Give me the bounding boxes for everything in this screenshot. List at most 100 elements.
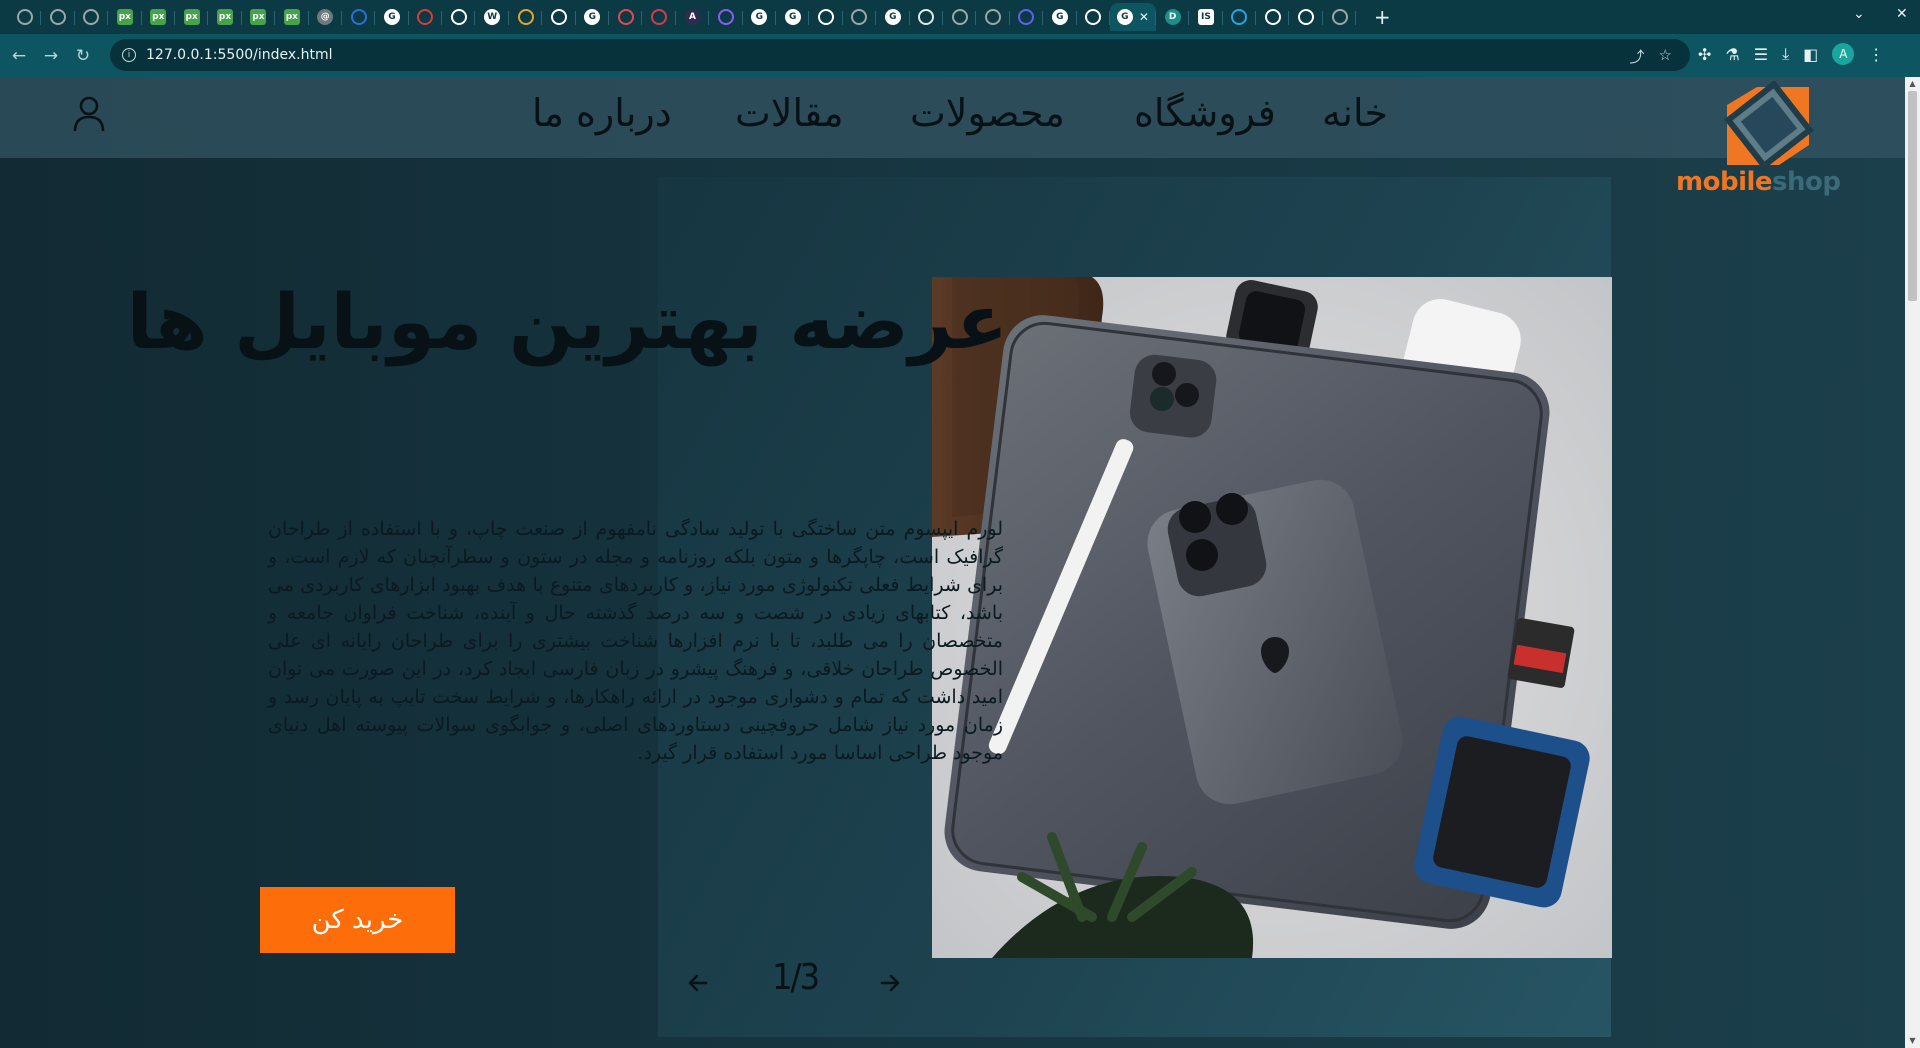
google-icon: G <box>884 9 901 25</box>
profile-avatar[interactable]: A <box>1832 43 1855 65</box>
chrome-icon <box>550 9 567 25</box>
browser-tab[interactable] <box>642 3 677 31</box>
page-scrollbar[interactable]: ▲ ▼ <box>1905 77 1920 1048</box>
wikipedia-icon: W <box>484 9 501 25</box>
share-icon[interactable]: ⤴ <box>1630 46 1645 67</box>
px-icon: px <box>217 9 234 25</box>
address-url[interactable]: 127.0.0.1:5500/index.html <box>146 47 333 63</box>
chrome-icon <box>1085 9 1102 25</box>
browser-tab[interactable]: G <box>743 3 777 31</box>
browser-tab[interactable] <box>41 3 76 31</box>
tab-search-icon[interactable]: ⌄ <box>1853 6 1865 22</box>
browser-tab[interactable]: @ <box>309 3 343 31</box>
browser-tab[interactable] <box>1010 3 1044 31</box>
chrome-icon <box>450 9 467 25</box>
browser-tab[interactable] <box>809 3 844 31</box>
browser-tab[interactable]: px <box>175 3 209 31</box>
browser-tab[interactable]: px <box>208 3 243 31</box>
chrome-icon <box>83 9 100 25</box>
browser-tab[interactable]: G <box>375 3 410 31</box>
tab-close-icon[interactable]: ✕ <box>1139 10 1149 24</box>
chrome-icon <box>1298 9 1315 25</box>
browser-tab[interactable]: px <box>242 3 276 31</box>
download-icon[interactable]: ⤓ <box>1782 44 1789 64</box>
browser-tab[interactable]: G ✕ <box>1109 3 1156 31</box>
browser-tab[interactable] <box>542 3 577 31</box>
browser-tab[interactable] <box>1223 3 1257 31</box>
d-icon: D <box>1164 9 1181 25</box>
user-account-icon[interactable] <box>72 95 106 135</box>
hero-product-image <box>932 277 1612 958</box>
browser-tab[interactable] <box>442 3 476 31</box>
browser-tab[interactable]: W <box>475 3 510 31</box>
nav-home[interactable]: خانه <box>1322 91 1388 135</box>
browser-tab[interactable] <box>1077 3 1111 31</box>
scroll-down-arrow-icon[interactable]: ▼ <box>1908 1036 1917 1046</box>
hero-description: لورم ایپسوم متن ساختگی با تولید سادگی نا… <box>268 518 1003 764</box>
browser-tab[interactable]: G <box>876 3 910 31</box>
px-icon: px <box>183 9 200 25</box>
browser-tab[interactable] <box>342 3 376 31</box>
hero-title: عرضه بهترین موبایل ها <box>126 277 1008 366</box>
browser-tab[interactable] <box>509 3 543 31</box>
chrome-icon <box>851 9 868 25</box>
bolt-icon <box>517 9 534 25</box>
site-info-icon[interactable]: i <box>122 48 136 62</box>
browser-tab[interactable] <box>1289 3 1324 31</box>
devices-flatlay-image <box>932 277 1612 958</box>
nav-shop[interactable]: فروشگاه <box>1134 91 1276 135</box>
nav-about[interactable]: درباره ما <box>532 91 672 135</box>
slider-prev-arrow-icon[interactable] <box>686 971 710 995</box>
browser-tab[interactable] <box>943 3 977 31</box>
forward-icon[interactable]: → <box>38 43 64 69</box>
scroll-up-arrow-icon[interactable]: ▲ <box>1908 79 1917 89</box>
chrome-icon <box>16 9 33 25</box>
reload-icon[interactable]: ↻ <box>70 43 96 69</box>
labs-flask-icon[interactable]: ⚗ <box>1725 45 1739 64</box>
extensions-icon[interactable]: ✣ <box>1698 45 1711 64</box>
new-tab-icon[interactable]: + <box>1364 3 1400 31</box>
address-bar[interactable]: i 127.0.0.1:5500/index.html ⤴ ☆ <box>110 39 1690 71</box>
menu-kebab-icon[interactable]: ⋮ <box>1868 45 1884 64</box>
px-icon: px <box>250 9 267 25</box>
browser-tab[interactable]: G <box>1043 3 1077 31</box>
browser-tab[interactable]: A <box>676 3 710 31</box>
circle-icon <box>651 9 668 25</box>
browser-tab[interactable] <box>709 3 743 31</box>
back-icon[interactable]: ← <box>6 43 32 69</box>
google-icon: G <box>1116 9 1133 25</box>
browser-tab[interactable]: G <box>576 3 610 31</box>
browser-tab[interactable]: G <box>776 3 810 31</box>
google-icon: G <box>584 9 601 25</box>
browser-tab[interactable] <box>1256 3 1290 31</box>
reading-list-icon[interactable]: ☰ <box>1754 45 1768 64</box>
nav-articles[interactable]: مقالات <box>735 91 844 135</box>
browser-tab[interactable] <box>75 3 109 31</box>
browser-tab[interactable] <box>843 3 877 31</box>
logo-text-mobile: mobile <box>1676 167 1773 197</box>
browser-tab[interactable] <box>1323 3 1357 31</box>
nav-products[interactable]: محصولات <box>910 91 1065 135</box>
slider-next-arrow-icon[interactable] <box>878 971 902 995</box>
logo-text[interactable]: mobileshop <box>1676 167 1841 197</box>
logo-text-shop: shop <box>1772 167 1841 197</box>
browser-tab[interactable] <box>910 3 944 31</box>
browser-tab[interactable] <box>976 3 1011 31</box>
buy-button[interactable]: خرید کن <box>260 887 455 953</box>
browser-tab[interactable] <box>8 3 42 31</box>
docs-icon <box>918 9 935 25</box>
browser-tab[interactable]: IS <box>1189 3 1224 31</box>
browser-tab[interactable]: px <box>275 3 309 31</box>
browser-tab[interactable] <box>409 3 443 31</box>
browser-tab[interactable]: px <box>108 3 142 31</box>
browser-tab[interactable]: px <box>142 3 176 31</box>
browser-tab[interactable] <box>609 3 643 31</box>
scroll-thumb[interactable] <box>1908 91 1917 301</box>
telegram-icon <box>1231 9 1248 25</box>
side-panel-icon[interactable]: ◧ <box>1803 45 1818 64</box>
history-icon <box>50 9 67 25</box>
bookmark-star-icon[interactable]: ☆ <box>1659 46 1672 67</box>
window-close-icon[interactable]: ✕ <box>1896 6 1908 22</box>
browser-tab[interactable]: D <box>1156 3 1190 31</box>
sparkle-icon <box>717 9 734 25</box>
